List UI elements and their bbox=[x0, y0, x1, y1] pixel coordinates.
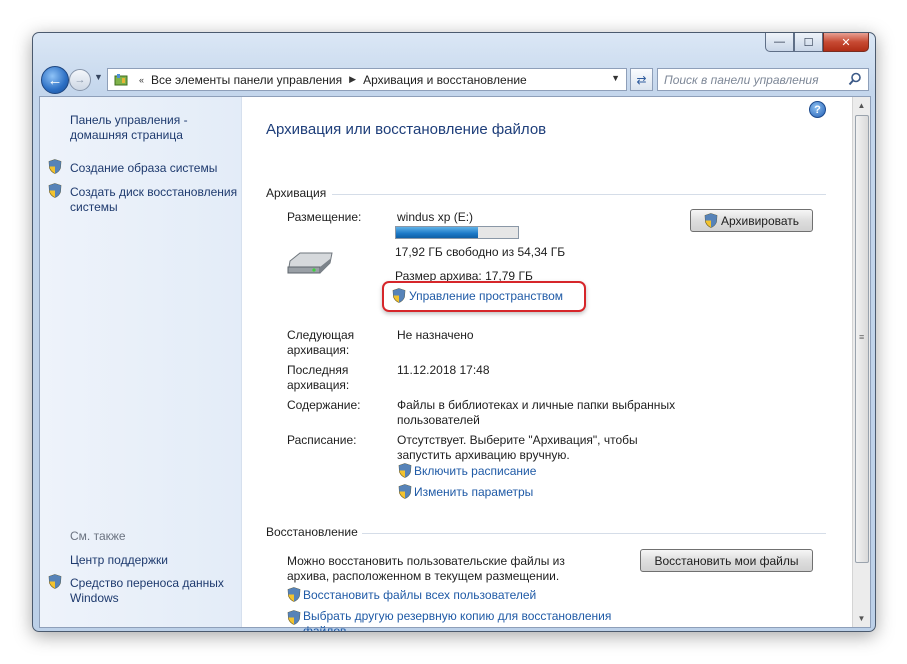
uac-shield-icon bbox=[392, 288, 406, 303]
breadcrumb-all-items[interactable]: Все элементы панели управления bbox=[151, 73, 342, 87]
recent-pages-button[interactable]: ▼ bbox=[94, 72, 103, 82]
backup-now-label: Архивировать bbox=[720, 213, 800, 228]
restore-all-users-link[interactable]: Восстановить файлы всех пользователей bbox=[303, 588, 536, 603]
backup-section-title: Архивация bbox=[266, 186, 327, 200]
sidebar-item-action-center[interactable]: Центр поддержки bbox=[70, 553, 235, 568]
address-bar[interactable]: « Все элементы панели управления ▶ Архив… bbox=[107, 68, 627, 91]
page-title: Архивация или восстановление файлов bbox=[266, 121, 547, 138]
scroll-grip-icon: ≡ bbox=[859, 332, 865, 342]
window-caption-buttons: — ☐ ✕ bbox=[765, 33, 869, 52]
forward-button[interactable]: → bbox=[69, 69, 91, 91]
breadcrumb-root-chevron-icon[interactable]: « bbox=[139, 75, 144, 85]
chevron-down-icon: ▼ bbox=[94, 72, 103, 82]
select-other-backup-link[interactable]: Выбрать другую резервную копию для восст… bbox=[303, 609, 633, 631]
uac-shield-icon bbox=[398, 484, 412, 499]
backup-now-button[interactable]: Архивировать bbox=[690, 209, 813, 232]
enable-schedule-link[interactable]: Включить расписание bbox=[414, 464, 536, 479]
address-dropdown-icon[interactable]: ▼ bbox=[611, 73, 620, 83]
uac-shield-icon bbox=[704, 213, 718, 228]
scroll-thumb[interactable]: ≡ bbox=[855, 115, 869, 563]
disk-usage-fill bbox=[396, 227, 478, 238]
arrow-left-icon: ← bbox=[47, 71, 63, 89]
scroll-down-button[interactable]: ▼ bbox=[853, 610, 870, 627]
last-backup-value: 11.12.2018 17:48 bbox=[397, 363, 490, 377]
maximize-button[interactable]: ☐ bbox=[794, 33, 823, 52]
close-button[interactable]: ✕ bbox=[823, 33, 869, 52]
section-divider bbox=[362, 533, 826, 534]
uac-shield-icon bbox=[287, 610, 301, 625]
uac-shield-icon bbox=[48, 574, 62, 589]
disk-usage-bar bbox=[395, 226, 519, 239]
navigation-bar: ← → ▼ « Все элементы панели управления ▶… bbox=[39, 66, 869, 94]
scroll-up-button[interactable]: ▲ bbox=[853, 97, 870, 114]
restore-description: Можно восстановить пользовательские файл… bbox=[287, 554, 565, 583]
location-value: windus xp (E:) bbox=[397, 210, 474, 224]
sidebar-item-create-recovery-disc[interactable]: Создать диск восстановления системы bbox=[70, 185, 238, 215]
sidebar-item-easy-transfer[interactable]: Средство переноса данных Windows bbox=[70, 576, 230, 606]
arrow-right-icon: → bbox=[74, 74, 86, 86]
see-also-heading: См. также bbox=[70, 529, 126, 543]
uac-shield-icon bbox=[398, 463, 412, 478]
minimize-button[interactable]: — bbox=[765, 33, 794, 52]
schedule-value: Отсутствует. Выберите "Архивация", чтобы… bbox=[397, 433, 638, 462]
restore-section-header: Восстановление bbox=[266, 525, 826, 539]
restore-section-title: Восстановление bbox=[266, 525, 358, 539]
control-panel-window: — ☐ ✕ ← → ▼ « Все элементы панели управл… bbox=[32, 32, 876, 632]
refresh-button[interactable]: ⇄ bbox=[630, 68, 653, 91]
hard-drive-icon bbox=[286, 251, 334, 280]
uac-shield-icon bbox=[48, 183, 62, 198]
vertical-scrollbar[interactable]: ▲ ≡ ▼ bbox=[852, 97, 870, 627]
task-pane: Панель управления - домашняя страница Со… bbox=[40, 97, 242, 627]
breadcrumb-separator-icon[interactable]: ▶ bbox=[349, 74, 356, 85]
control-panel-icon bbox=[114, 73, 128, 87]
next-backup-value: Не назначено bbox=[397, 328, 474, 342]
search-box[interactable]: Поиск в панели управления bbox=[657, 68, 869, 91]
breadcrumb-backup-restore[interactable]: Архивация и восстановление bbox=[363, 73, 527, 87]
free-space-text: 17,92 ГБ свободно из 54,34 ГБ bbox=[395, 245, 566, 259]
back-button[interactable]: ← bbox=[41, 66, 69, 94]
change-settings-link[interactable]: Изменить параметры bbox=[414, 485, 533, 500]
help-icon[interactable]: ? bbox=[809, 101, 826, 118]
sidebar-item-create-system-image[interactable]: Создание образа системы bbox=[70, 161, 235, 176]
uac-shield-icon bbox=[48, 159, 62, 174]
schedule-label: Расписание: bbox=[287, 433, 357, 447]
section-divider bbox=[332, 194, 826, 195]
uac-shield-icon bbox=[287, 587, 301, 602]
manage-space-link[interactable]: Управление пространством bbox=[409, 289, 563, 304]
last-backup-label: Последняя архивация: bbox=[287, 363, 350, 392]
location-label: Размещение: bbox=[287, 210, 362, 224]
main-pane: ? Архивация или восстановление файлов Ар… bbox=[242, 97, 852, 631]
backup-section-header: Архивация bbox=[266, 186, 826, 200]
refresh-icon: ⇄ bbox=[636, 72, 647, 87]
search-input[interactable]: Поиск в панели управления bbox=[664, 73, 819, 87]
next-backup-label: Следующая архивация: bbox=[287, 328, 355, 357]
control-panel-home-link[interactable]: Панель управления - домашняя страница bbox=[70, 113, 230, 143]
contents-value: Файлы в библиотеках и личные папки выбра… bbox=[397, 398, 676, 427]
restore-my-files-button[interactable]: Восстановить мои файлы bbox=[640, 549, 813, 572]
contents-label: Содержание: bbox=[287, 398, 361, 412]
content-area: Панель управления - домашняя страница Со… bbox=[39, 96, 871, 631]
search-icon[interactable] bbox=[848, 72, 862, 86]
